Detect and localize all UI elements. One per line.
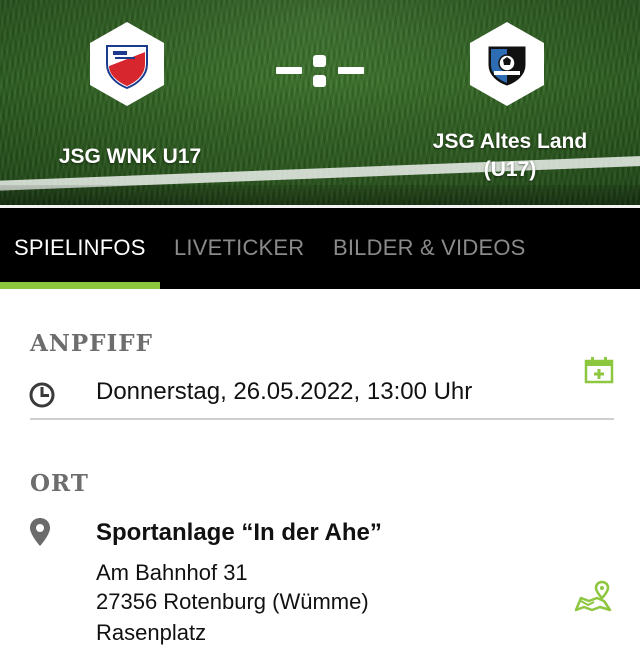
clock-icon [29,382,55,408]
map-route-icon[interactable] [574,580,612,612]
active-tab-indicator [0,282,160,289]
away-team-logo[interactable] [470,22,544,106]
venue-address-street: Am Bahnhof 31 [96,560,248,585]
venue-section-title: ORT [30,470,89,497]
kickoff-section-title: ANPFIFF [30,330,153,357]
home-team-logo[interactable] [90,22,164,106]
section-divider [30,418,614,420]
away-crest-icon [488,46,526,86]
tab-bar: SPIELINFOS LIVETICKER BILDER & VIDEOS [0,208,640,289]
home-crest-icon [106,45,148,90]
home-team-name[interactable]: JSG WNK U17 [30,143,230,171]
match-header: JSG WNK U17 JSG Altes Land (U17) [0,0,640,207]
venue-address-city: 27356 Rotenburg (Wümme) [96,589,369,614]
venue-name: Sportanlage “In der Ahe” [96,519,382,546]
kickoff-datetime: Donnerstag, 26.05.2022, 13:00 Uhr [96,378,473,405]
tab-spielinfos[interactable]: SPIELINFOS [14,208,146,289]
away-team-name[interactable]: JSG Altes Land (U17) [400,128,620,184]
score-placeholder [272,52,368,88]
tab-bilder-videos[interactable]: BILDER & VIDEOS [333,208,526,289]
tab-liveticker[interactable]: LIVETICKER [174,208,304,289]
venue-surface: Rasenplatz [96,620,207,645]
location-pin-icon [30,518,50,546]
calendar-add-icon[interactable] [584,356,614,384]
